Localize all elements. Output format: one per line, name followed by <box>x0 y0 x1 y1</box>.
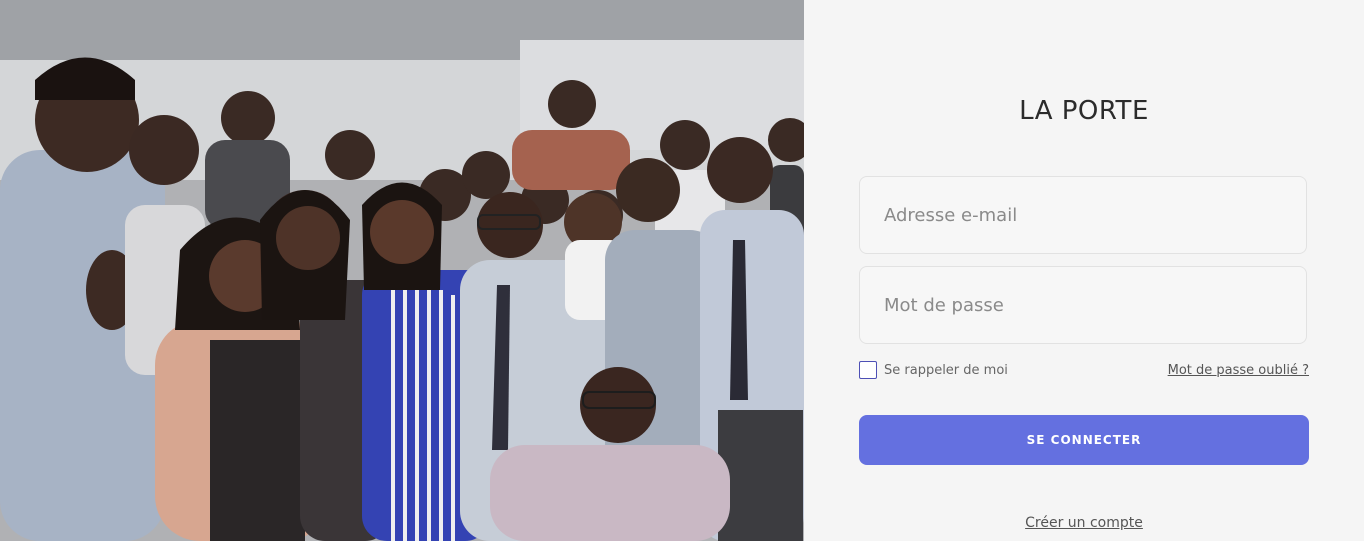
login-panel: LA PORTE Se rappeler de moi Mot de passe… <box>804 0 1364 541</box>
create-account-link[interactable]: Créer un compte <box>804 515 1364 531</box>
brand-title: LA PORTE <box>1019 96 1149 126</box>
login-button[interactable]: SE CONNECTER <box>859 415 1309 465</box>
password-field[interactable] <box>859 266 1307 344</box>
remember-me-label: Se rappeler de moi <box>884 362 1008 378</box>
group-photo <box>0 0 804 541</box>
email-field[interactable] <box>859 176 1307 254</box>
remember-me-toggle[interactable]: Se rappeler de moi <box>859 361 1008 379</box>
login-page: LA PORTE Se rappeler de moi Mot de passe… <box>0 0 1364 541</box>
group-photo-illustration <box>0 0 804 541</box>
forgot-password-link[interactable]: Mot de passe oublié ? <box>1168 363 1309 378</box>
remember-me-checkbox[interactable] <box>859 361 877 379</box>
